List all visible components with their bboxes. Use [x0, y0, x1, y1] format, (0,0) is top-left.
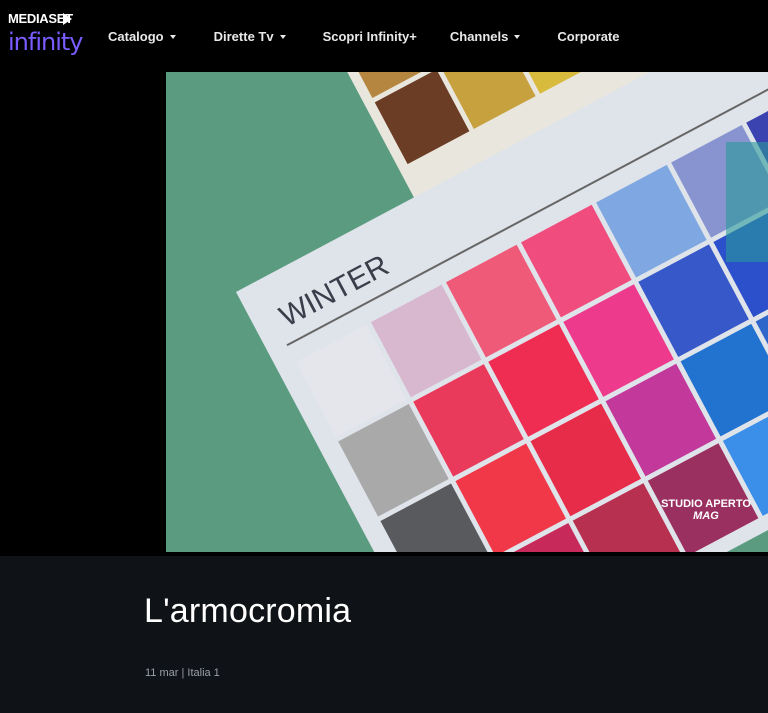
watermark-line2: MAG	[693, 510, 719, 522]
nav-channels[interactable]: Channels	[450, 26, 521, 46]
chevron-down-icon	[279, 35, 286, 39]
chevron-down-icon	[169, 35, 176, 39]
content-meta: 11 mar | Italia 1	[145, 667, 220, 679]
content-info-panel: L'armocromia 11 mar | Italia 1	[0, 556, 768, 713]
nav-scopri-infinity-plus[interactable]: Scopri Infinity+	[323, 26, 417, 46]
play-logo-icon	[63, 13, 72, 25]
nav-corporate-label: Corporate	[557, 28, 620, 44]
mediaset-infinity-logo[interactable]: MEDIASET infinity	[8, 12, 83, 60]
nav-dirette-tv[interactable]: Dirette Tv	[214, 26, 286, 46]
video-frame-image: WINTER	[166, 72, 768, 552]
top-navigation-bar: MEDIASET infinity Catalogo Dirette Tv Sc…	[0, 0, 768, 72]
video-player[interactable]: WINTER STUDIO APERTO MAG	[166, 72, 768, 552]
content-title: L'armocromia	[144, 592, 352, 630]
nav-dirette-tv-label: Dirette Tv	[213, 28, 274, 44]
logo-infinity-text: infinity	[8, 28, 83, 56]
main-nav: Catalogo Dirette Tv Scopri Infinity+ Cha…	[108, 26, 620, 46]
watermark-line1: STUDIO APERTO	[661, 498, 751, 510]
nav-channels-label: Channels	[449, 28, 509, 44]
channel-watermark: STUDIO APERTO MAG	[656, 498, 756, 522]
nav-corporate[interactable]: Corporate	[557, 26, 619, 46]
chevron-down-icon	[514, 35, 521, 39]
nav-scopri-label: Scopri Infinity+	[322, 28, 417, 44]
nav-catalogo-label: Catalogo	[108, 28, 164, 44]
nav-catalogo[interactable]: Catalogo	[108, 26, 176, 46]
